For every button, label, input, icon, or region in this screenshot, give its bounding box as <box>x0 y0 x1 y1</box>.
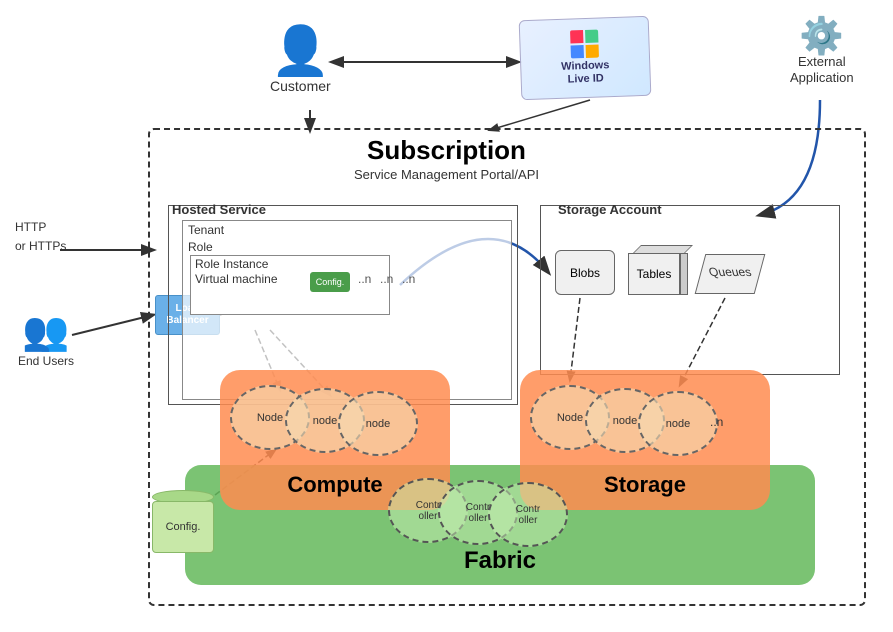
storage-node-1-label: Node <box>557 412 583 424</box>
compute-node-3: node <box>338 391 418 456</box>
win-q4 <box>586 44 599 57</box>
end-users-icon: 👥 <box>18 310 74 354</box>
diagram-container: 👤 Customer Windows Live ID ⚙️ ExternalAp… <box>0 0 893 632</box>
end-users-label: End Users <box>18 354 74 368</box>
storage-node-2-label: node <box>613 415 637 427</box>
windows-live-box: Windows Live ID <box>519 16 652 100</box>
person-icon: 👤 <box>270 28 331 76</box>
fabric-label: Fabric <box>464 547 536 575</box>
ctrl-1-label: Controller <box>416 500 440 522</box>
compute-node-3-label: node <box>366 418 390 430</box>
http-line1: HTTP <box>15 220 46 234</box>
tables-label: Tables <box>637 267 672 281</box>
windows-logo <box>570 29 599 58</box>
vm-label: Virtual machine <box>195 272 278 286</box>
dots-n-3: ..n <box>402 272 415 286</box>
queues-label: Queues <box>698 265 762 279</box>
external-app-label: ExternalApplication <box>790 54 854 85</box>
compute-label: Compute <box>287 472 382 498</box>
dots-n-2: ..n <box>380 272 393 286</box>
storage-node-3-label: node <box>666 418 690 430</box>
blobs-label: Blobs <box>570 266 600 280</box>
win-q3 <box>571 45 584 58</box>
http-label: HTTP or HTTPs <box>15 218 66 256</box>
compute-node-1-label: Node <box>257 412 283 424</box>
storage-dots-n: ..n <box>710 415 723 429</box>
config-cylinder: Config. <box>152 490 214 553</box>
storage-account-label: Storage Account <box>558 202 662 217</box>
windows-live-label: Windows Live ID <box>561 59 610 87</box>
controller-3: Controller <box>488 482 568 547</box>
role-instance-label: Role Instance <box>195 257 268 271</box>
config-button: Config. <box>310 272 350 292</box>
role-label: Role <box>188 240 213 254</box>
http-line2: or HTTPs <box>15 239 66 253</box>
ctrl-2-label: Controller <box>466 502 490 524</box>
customer-figure: 👤 Customer <box>270 28 331 94</box>
subscription-title: Subscription <box>0 135 893 166</box>
tenant-label: Tenant <box>188 223 224 237</box>
win-q1 <box>570 30 583 43</box>
blobs-shape: Blobs <box>555 250 615 295</box>
win-q2 <box>585 29 598 42</box>
tables-front: Tables <box>628 253 680 295</box>
cylinder-shape: Config. <box>152 501 214 553</box>
dots-n-1: ..n <box>358 272 371 286</box>
gear-icon: ⚙️ <box>790 18 854 54</box>
end-users-figure: 👥 End Users <box>18 310 74 368</box>
external-app-figure: ⚙️ ExternalApplication <box>790 18 854 85</box>
storage-nodes-label: Storage <box>604 472 686 498</box>
tables-shape: Tables <box>628 245 688 295</box>
subscription-subtitle: Service Management Portal/API <box>0 167 893 182</box>
tables-side <box>680 253 688 295</box>
compute-node-2-label: node <box>313 415 337 427</box>
storage-node-3: node <box>638 391 718 456</box>
ctrl-3-label: Controller <box>516 504 540 526</box>
hosted-service-label: Hosted Service <box>172 202 266 217</box>
customer-label: Customer <box>270 78 331 94</box>
config-label: Config. <box>166 521 201 533</box>
